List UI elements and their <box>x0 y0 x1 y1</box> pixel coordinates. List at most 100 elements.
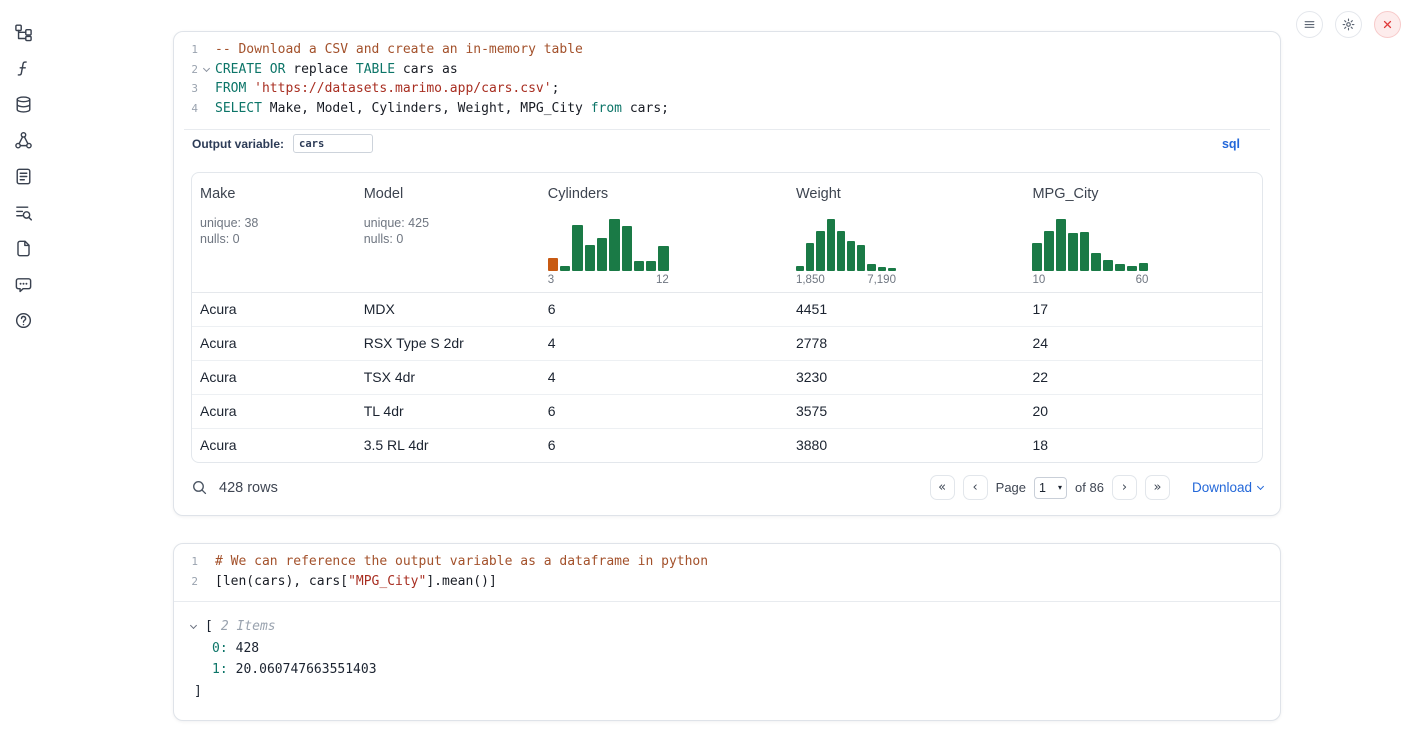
histogram-bar <box>1103 260 1113 271</box>
histogram-range: 1060 <box>1032 274 1148 286</box>
histogram-range: 1,8507,190 <box>796 274 896 286</box>
python-cell: 1# We can reference the output variable … <box>173 543 1281 721</box>
bracket-open: [ <box>205 616 213 638</box>
table-row[interactable]: AcuraTL 4dr6357520 <box>192 394 1262 428</box>
gutter-spacer <box>198 572 215 592</box>
table-cell: RSX Type S 2dr <box>356 327 540 360</box>
first-page-button[interactable]: « <box>930 475 955 500</box>
output-variable-label: Output variable: <box>192 137 284 151</box>
settings-button[interactable] <box>1335 11 1362 38</box>
histogram-bar <box>1080 232 1090 271</box>
histogram-bar <box>646 261 656 271</box>
bracket-close: ] <box>191 681 202 703</box>
menu-button[interactable] <box>1296 11 1323 38</box>
table-footer-left: 428 rows <box>191 479 278 496</box>
line-number: 2 <box>174 60 198 80</box>
gutter-spacer <box>198 552 215 572</box>
next-page-button[interactable]: › <box>1112 475 1137 500</box>
tree-entries: 0:4281: 20.060747663551403 <box>191 638 1263 681</box>
histogram-bar <box>634 261 644 271</box>
code-text: CREATE OR replace TABLE cars as <box>215 60 458 80</box>
table-cell: 4451 <box>788 293 1024 326</box>
page-select[interactable]: 1 ▾ <box>1034 477 1067 499</box>
column-stats: unique: 425nulls: 0 <box>364 215 532 248</box>
column-header-cylinders[interactable]: Cylinders312 <box>540 173 788 292</box>
python-code-editor[interactable]: 1# We can reference the output variable … <box>174 544 1280 601</box>
table-row[interactable]: Acura3.5 RL 4dr6388018 <box>192 428 1262 462</box>
table-cell: Acura <box>192 395 356 428</box>
sidebar-button-dependency-graph[interactable] <box>11 129 35 151</box>
sql-code-editor[interactable]: 1 -- Download a CSV and create an in-memo… <box>174 32 1280 129</box>
sidebar-button-snippets[interactable] <box>11 237 35 259</box>
entry-key: 0: <box>212 638 228 660</box>
table-footer: 428 rows « ‹ Page 1 ▾ of 86 › » Download <box>191 474 1263 502</box>
shutdown-button[interactable] <box>1374 11 1401 38</box>
histogram-bar <box>658 246 668 271</box>
sidebar-button-scratchpad[interactable] <box>11 57 35 79</box>
fold-chevron-icon[interactable] <box>198 60 215 80</box>
chevron-down-icon <box>1257 483 1264 490</box>
code-line: 1# We can reference the output variable … <box>174 552 1280 572</box>
column-histogram[interactable]: 1060 <box>1032 219 1148 286</box>
gutter-spacer <box>198 79 215 99</box>
line-number: 1 <box>174 552 198 572</box>
search-icon[interactable] <box>191 479 208 496</box>
column-header-weight[interactable]: Weight1,8507,190 <box>788 173 1024 292</box>
table-cell: 20 <box>1024 395 1262 428</box>
column-header-make[interactable]: Makeunique: 38nulls: 0 <box>192 173 356 292</box>
table-row[interactable]: AcuraTSX 4dr4323022 <box>192 360 1262 394</box>
histogram-bar <box>796 266 804 271</box>
code-text: -- Download a CSV and create an in-memor… <box>215 40 583 60</box>
column-name: Model <box>364 186 532 202</box>
dependency-graph-icon <box>14 131 33 150</box>
sidebar-button-file-explorer[interactable] <box>11 21 35 43</box>
code-line: 2 CREATE OR replace TABLE cars as <box>174 60 1280 80</box>
page-label: Page <box>996 480 1026 495</box>
page-total: of 86 <box>1075 480 1104 495</box>
tree-entry[interactable]: 0:428 <box>191 638 1263 660</box>
table-row[interactable]: AcuraRSX Type S 2dr4277824 <box>192 326 1262 360</box>
histogram-bar <box>597 238 607 271</box>
sql-cell: 1 -- Download a CSV and create an in-memo… <box>173 31 1281 516</box>
sidebar-button-chat[interactable] <box>11 273 35 295</box>
table-row[interactable]: AcuraMDX6445117 <box>192 293 1262 326</box>
output-variable-input[interactable] <box>293 134 373 153</box>
column-histogram[interactable]: 312 <box>548 219 669 286</box>
line-number: 1 <box>174 40 198 60</box>
last-page-button[interactable]: » <box>1145 475 1170 500</box>
histogram-bar <box>888 268 896 271</box>
column-histogram[interactable]: 1,8507,190 <box>796 219 896 286</box>
column-name: MPG_City <box>1032 186 1254 202</box>
column-header-model[interactable]: Model unique: 425nulls: 0 <box>356 173 540 292</box>
tree-close-line: ] <box>191 681 1263 703</box>
table-cell: TSX 4dr <box>356 361 540 394</box>
line-number: 2 <box>174 572 198 592</box>
table-cell: 4 <box>540 361 788 394</box>
sidebar-button-datasources[interactable] <box>11 93 35 115</box>
code-text: FROM 'https://datasets.marimo.app/cars.c… <box>215 79 559 99</box>
entry-key: 1: <box>212 659 228 681</box>
row-count: 428 rows <box>219 480 278 496</box>
data-table: Makeunique: 38nulls: 0 Model unique: 425nu… <box>191 172 1263 463</box>
download-label: Download <box>1192 480 1252 495</box>
table-cell: 3.5 RL 4dr <box>356 429 540 462</box>
prev-page-button[interactable]: ‹ <box>963 475 988 500</box>
scratchpad-icon <box>14 59 33 78</box>
close-icon <box>1380 17 1395 32</box>
code-text: [len(cars), cars["MPG_City"].mean()] <box>215 572 497 592</box>
sidebar-button-help[interactable] <box>11 309 35 331</box>
chat-icon <box>14 275 33 294</box>
gutter-spacer <box>198 40 215 60</box>
menu-icon <box>1302 17 1317 32</box>
code-line: 4SELECT Make, Model, Cylinders, Weight, … <box>174 99 1280 119</box>
sidebar-button-logs[interactable] <box>11 165 35 187</box>
download-button[interactable]: Download <box>1192 480 1263 495</box>
histogram-bar <box>1139 263 1149 271</box>
tree-entry[interactable]: 1: 20.060747663551403 <box>191 659 1263 681</box>
collapse-chevron-icon[interactable] <box>191 625 205 628</box>
gear-icon <box>1341 17 1356 32</box>
entry-value: 20.060747663551403 <box>236 659 377 681</box>
sidebar-button-outline[interactable] <box>11 201 35 223</box>
column-header-mpg_city[interactable]: MPG_City 1060 <box>1024 173 1262 292</box>
histogram-bar <box>1056 219 1066 271</box>
